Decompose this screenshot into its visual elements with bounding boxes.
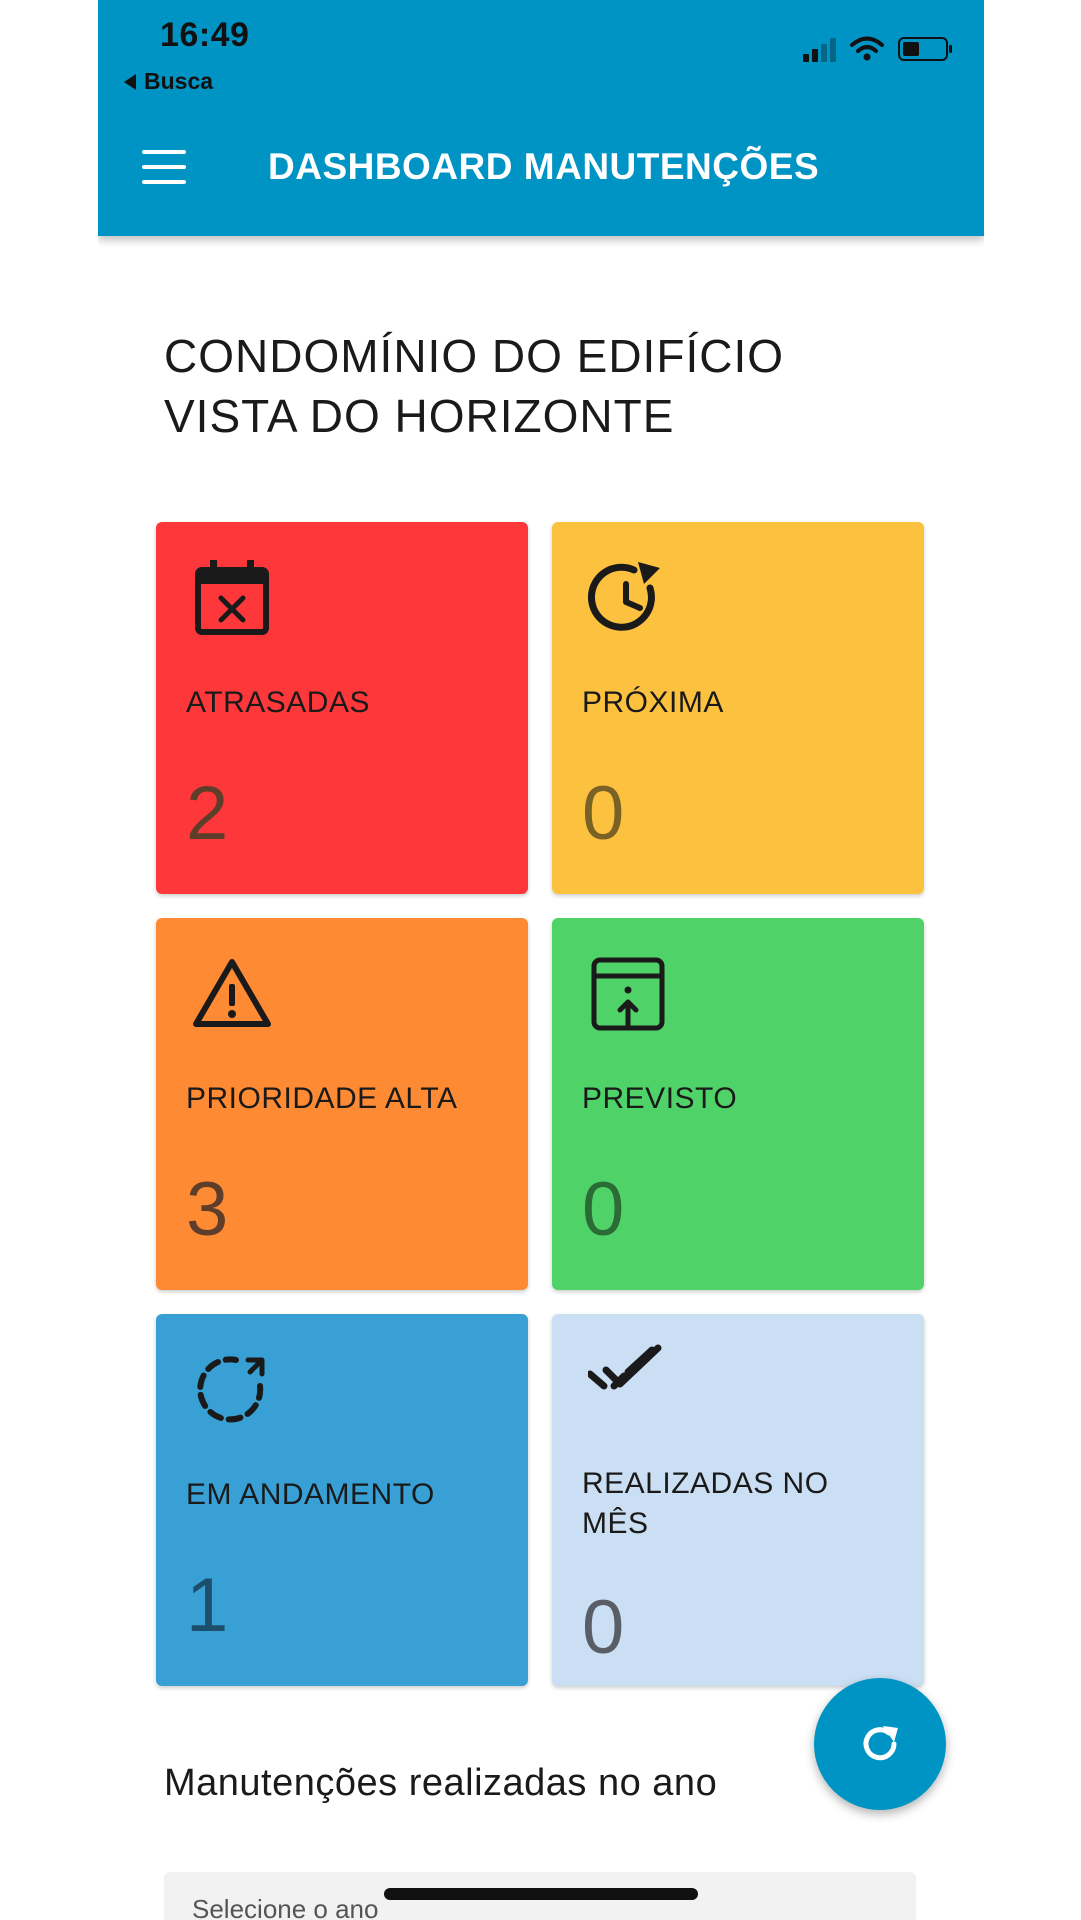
card-proxima[interactable]: PRÓXIMA 0 — [552, 522, 924, 894]
card-previsto[interactable]: PREVISTO 0 — [552, 918, 924, 1290]
dashed-circle-arrow-icon — [197, 1356, 265, 1423]
card-value: 0 — [582, 1585, 625, 1670]
card-label: ATRASADAS — [186, 686, 370, 719]
card-realizadas-no-mes[interactable]: REALIZADAS NO MÊS 0 — [552, 1314, 924, 1686]
calendar-upload-icon — [591, 957, 665, 1031]
section-title: Manutenções realizadas no ano — [164, 1762, 718, 1804]
back-label: Busca — [144, 68, 214, 94]
battery-icon — [898, 37, 952, 61]
card-em-andamento[interactable]: EM ANDAMENTO 1 — [156, 1314, 528, 1686]
menu-button[interactable] — [142, 150, 186, 186]
card-label-line1: REALIZADAS NO — [582, 1467, 829, 1500]
condo-name: CONDOMÍNIO DO EDIFÍCIO VISTA DO HORIZONT… — [164, 326, 924, 446]
card-prioridade-alta[interactable]: PRIORIDADE ALTA 3 — [156, 918, 528, 1290]
year-select-placeholder: Selecione o ano — [192, 1894, 379, 1920]
calendar-x-icon — [195, 560, 269, 635]
warning-icon — [193, 959, 271, 1027]
card-value: 1 — [186, 1563, 229, 1648]
card-label: PRIORIDADE ALTA — [186, 1082, 458, 1115]
double-check-icon — [588, 1344, 662, 1390]
card-label: REALIZADAS NO MÊS — [582, 1464, 882, 1544]
card-label: PRÓXIMA — [582, 686, 724, 719]
card-atrasadas[interactable]: ATRASADAS 2 — [156, 522, 528, 894]
back-triangle-icon — [124, 73, 136, 90]
wifi-icon — [850, 36, 884, 61]
signal-icon — [803, 36, 836, 62]
refresh-button[interactable] — [814, 1678, 946, 1810]
status-time: 16:49 — [160, 16, 250, 54]
card-label-line2: MÊS — [582, 1507, 649, 1540]
card-value: 2 — [186, 771, 229, 856]
phone-screen: 16:49 Busca DASHBOARD MANUTENÇÕES CONDOM… — [98, 0, 984, 1920]
app-bar: 16:49 Busca DASHBOARD MANUTENÇÕES — [98, 0, 984, 236]
card-label: EM ANDAMENTO — [186, 1478, 435, 1511]
card-label: PREVISTO — [582, 1082, 738, 1115]
back-to-search-link[interactable]: Busca — [124, 68, 213, 95]
refresh-icon — [863, 1726, 898, 1761]
card-value: 0 — [582, 1167, 625, 1252]
card-value: 3 — [186, 1167, 229, 1252]
status-icons — [803, 36, 952, 62]
condo-name-line2: VISTA DO HORIZONTE — [164, 390, 675, 442]
condo-name-line1: CONDOMÍNIO DO EDIFÍCIO — [164, 330, 784, 382]
card-value: 0 — [582, 771, 625, 856]
page-title: DASHBOARD MANUTENÇÕES — [268, 146, 820, 187]
home-indicator — [384, 1888, 698, 1900]
clock-refresh-icon — [588, 562, 660, 631]
